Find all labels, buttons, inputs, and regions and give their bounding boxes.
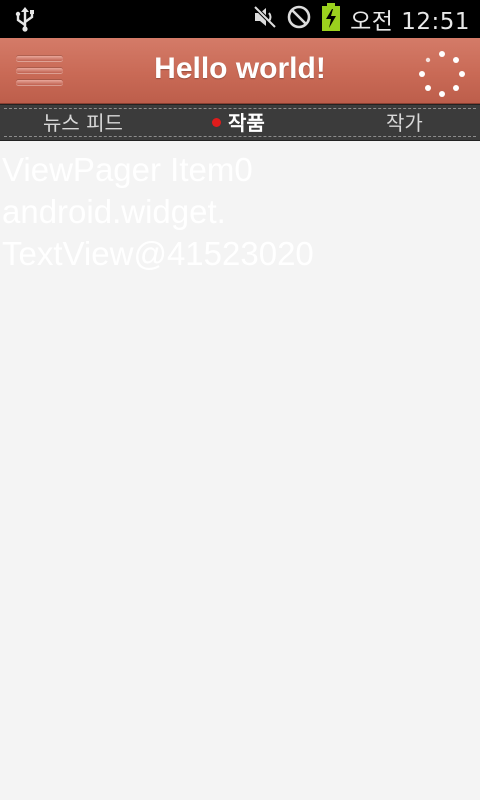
tab-news-feed[interactable]: 뉴스 피드 <box>43 105 123 142</box>
pager-text-line: android.widget. <box>2 193 226 230</box>
usb-icon <box>14 6 36 36</box>
pager-text-line: TextView@41523020 <box>2 235 314 272</box>
tab-works[interactable]: 작품 <box>212 105 265 142</box>
action-bar: Hello world! <box>0 38 480 104</box>
status-bar: 오전 12:51 <box>0 0 480 38</box>
tab-label: 작가 <box>386 111 423 135</box>
status-clock: 오전 12:51 <box>350 9 470 35</box>
blocked-icon <box>286 4 312 34</box>
pager-item-text: ViewPager Item0 android.widget. TextView… <box>2 149 442 275</box>
tab-strip: 뉴스 피드 작품 작가 <box>0 104 480 141</box>
page-title: Hello world! <box>154 52 326 85</box>
pager-text-line: ViewPager Item0 <box>2 151 253 188</box>
view-pager[interactable]: ViewPager Item0 android.widget. TextView… <box>0 141 480 800</box>
battery-charging-icon <box>320 2 342 36</box>
tab-authors[interactable]: 작가 <box>386 105 423 142</box>
active-indicator-icon <box>212 118 221 127</box>
tab-label: 작품 <box>228 111 265 135</box>
muted-icon <box>252 4 278 34</box>
loading-spinner-icon[interactable] <box>418 50 466 98</box>
tab-label: 뉴스 피드 <box>43 111 123 135</box>
